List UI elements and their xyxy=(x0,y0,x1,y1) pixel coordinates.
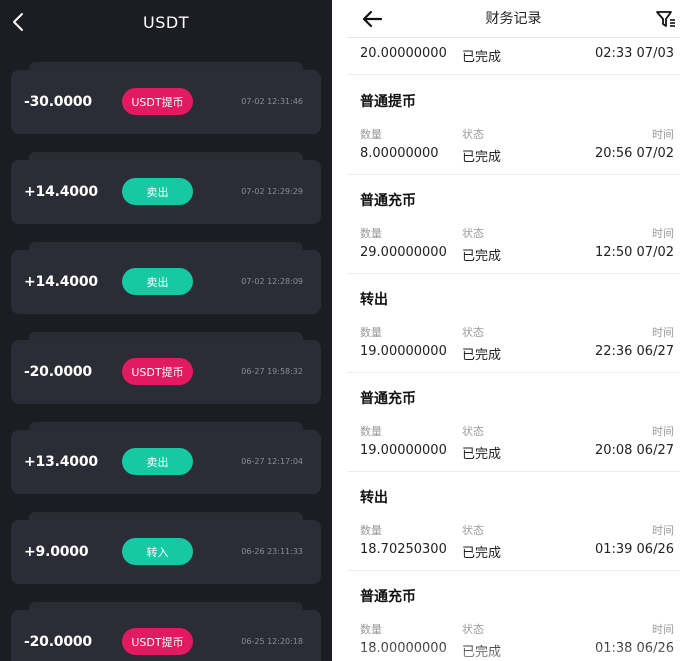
quantity-label: 数量 xyxy=(360,227,382,240)
status-label: 状态 xyxy=(462,623,484,636)
time-label: 时间 xyxy=(652,128,674,141)
record-type: 普通充币 xyxy=(360,391,416,407)
amount: +13.4000 xyxy=(24,454,98,470)
record-type: 转出 xyxy=(360,490,388,506)
status-value: 已完成 xyxy=(462,150,502,165)
type-badge: 卖出 xyxy=(122,178,193,205)
record-type: 普通充币 xyxy=(360,193,416,209)
status-label: 状态 xyxy=(462,425,484,438)
list-item[interactable]: 转出 数量 状态 时间 18.70250300 已完成 01:39 06/26 xyxy=(347,472,680,571)
list-item[interactable]: 普通充币 数量 状态 时间 29.00000000 已完成 12:50 07/0… xyxy=(347,175,680,274)
quantity-label: 数量 xyxy=(360,326,382,339)
status-value: 已完成 xyxy=(462,50,502,65)
time-value: 20:08 06/27 xyxy=(594,443,674,458)
quantity-value: 18.00000000 xyxy=(360,641,447,656)
timestamp: 07-02 12:31:46 xyxy=(241,97,303,106)
time-value: 12:50 07/02 xyxy=(594,245,674,260)
list-item[interactable]: 普通提币 数量 状态 时间 8.00000000 已完成 20:56 07/02 xyxy=(347,76,680,175)
list-item[interactable]: +14.4000 卖出 07-02 12:28:09 xyxy=(11,242,321,314)
list-item[interactable]: 普通充币 数量 状态 时间 19.00000000 已完成 20:08 06/2… xyxy=(347,373,680,472)
time-value: 22:36 06/27 xyxy=(594,344,674,359)
list-item[interactable]: +13.4000 卖出 06-27 12:17:04 xyxy=(11,422,321,494)
time-label: 时间 xyxy=(652,623,674,636)
status-value: 已完成 xyxy=(462,348,502,363)
status-label: 状态 xyxy=(462,128,484,141)
type-badge: USDT提币 xyxy=(122,88,193,115)
right-header: 财务记录 xyxy=(347,0,680,38)
list-item[interactable]: 普通充币 数量 状态 时间 18.00000000 已完成 01:38 06/2… xyxy=(347,571,680,661)
type-badge: USDT提币 xyxy=(122,358,193,385)
status-value: 已完成 xyxy=(462,249,502,264)
left-header: USDT xyxy=(0,0,332,44)
status-value: 已完成 xyxy=(462,447,502,462)
list-item[interactable]: 20.00000000 已完成 02:33 07/03 xyxy=(347,38,680,75)
quantity-value: 19.00000000 xyxy=(360,443,447,458)
quantity-value: 20.00000000 xyxy=(360,46,447,61)
timestamp: 06-25 12:20:18 xyxy=(241,637,303,646)
quantity-label: 数量 xyxy=(360,128,382,141)
quantity-value: 29.00000000 xyxy=(360,245,447,260)
list-item[interactable]: +9.0000 转入 06-26 23:11:33 xyxy=(11,512,321,584)
time-label: 时间 xyxy=(652,425,674,438)
time-label: 时间 xyxy=(652,326,674,339)
quantity-value: 8.00000000 xyxy=(360,146,439,161)
timestamp: 06-26 23:11:33 xyxy=(241,547,303,556)
amount: +9.0000 xyxy=(24,544,89,560)
timestamp: 07-02 12:29:29 xyxy=(241,187,303,196)
time-value: 20:56 07/02 xyxy=(594,146,674,161)
filter-icon[interactable] xyxy=(656,10,676,28)
timestamp: 07-02 12:28:09 xyxy=(241,277,303,286)
status-label: 状态 xyxy=(462,524,484,537)
timestamp: 06-27 19:58:32 xyxy=(241,367,303,376)
list-item[interactable]: 转出 数量 状态 时间 19.00000000 已完成 22:36 06/27 xyxy=(347,274,680,373)
quantity-label: 数量 xyxy=(360,425,382,438)
amount: -30.0000 xyxy=(24,94,92,110)
amount: -20.0000 xyxy=(24,364,92,380)
financial-records-panel: 财务记录 20.00000000 已完成 02:33 07/03 普通提币 数量… xyxy=(347,0,680,661)
list-item[interactable]: -30.0000 USDT提币 07-02 12:31:46 xyxy=(11,62,321,134)
time-value: 01:39 06/26 xyxy=(594,542,674,557)
record-type: 转出 xyxy=(360,292,388,308)
type-badge: USDT提币 xyxy=(122,628,193,655)
amount: +14.4000 xyxy=(24,274,98,290)
status-label: 状态 xyxy=(462,326,484,339)
quantity-label: 数量 xyxy=(360,623,382,636)
amount: +14.4000 xyxy=(24,184,98,200)
usdt-history-panel: USDT -30.0000 USDT提币 07-02 12:31:46 +14.… xyxy=(0,0,332,661)
type-badge: 卖出 xyxy=(122,448,193,475)
list-item[interactable]: -20.0000 USDT提币 06-27 19:58:32 xyxy=(11,332,321,404)
list-item[interactable]: +14.4000 卖出 07-02 12:29:29 xyxy=(11,152,321,224)
list-item[interactable]: -20.0000 USDT提币 06-25 12:20:18 xyxy=(11,602,321,661)
type-badge: 转入 xyxy=(122,538,193,565)
chevron-left-icon[interactable] xyxy=(10,11,28,33)
time-value: 02:33 07/03 xyxy=(594,46,674,61)
status-label: 状态 xyxy=(462,227,484,240)
timestamp: 06-27 12:17:04 xyxy=(241,457,303,466)
quantity-value: 19.00000000 xyxy=(360,344,447,359)
amount: -20.0000 xyxy=(24,634,92,650)
page-title: USDT xyxy=(143,12,189,32)
record-type: 普通提币 xyxy=(360,94,416,110)
page-title: 财务记录 xyxy=(485,11,542,27)
quantity-label: 数量 xyxy=(360,524,382,537)
record-type: 普通充币 xyxy=(360,589,416,605)
time-value: 01:38 06/26 xyxy=(594,641,674,656)
type-badge: 卖出 xyxy=(122,268,193,295)
time-label: 时间 xyxy=(652,524,674,537)
status-value: 已完成 xyxy=(462,546,502,561)
time-label: 时间 xyxy=(652,227,674,240)
status-value: 已完成 xyxy=(462,645,502,660)
quantity-value: 18.70250300 xyxy=(360,542,447,557)
